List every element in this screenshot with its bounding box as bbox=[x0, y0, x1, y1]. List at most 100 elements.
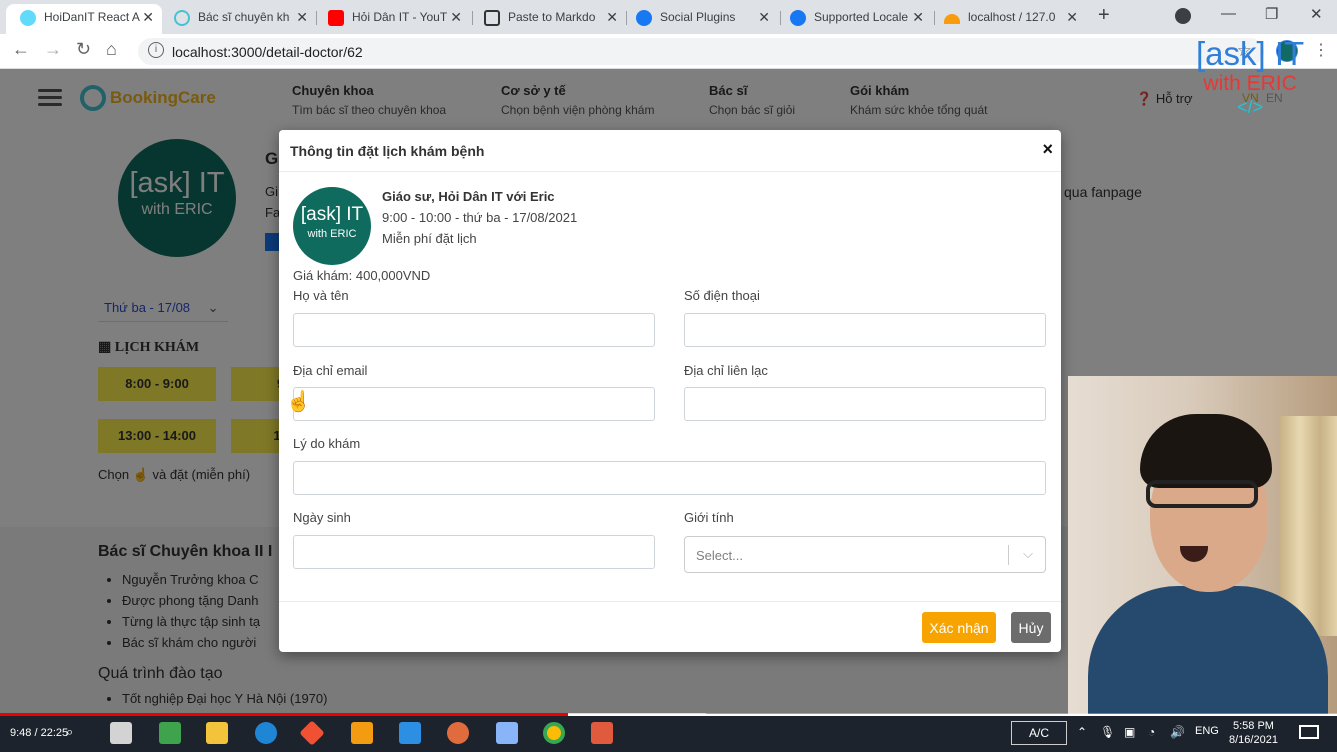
booking-modal: Thông tin đặt lịch khám bệnh × [ask] IT … bbox=[279, 130, 1061, 652]
close-tab-icon[interactable]: ✕ bbox=[912, 4, 924, 30]
field-label: Ngày sinh bbox=[293, 510, 351, 525]
app-icon[interactable] bbox=[591, 722, 613, 744]
language-indicator[interactable]: ENG bbox=[1195, 725, 1219, 737]
free-booking-text: Miễn phí đặt lịch bbox=[382, 231, 477, 246]
browser-tab[interactable]: HoiDanIT React A ✕ bbox=[6, 4, 162, 34]
clock-time: 5:58 PM bbox=[1232, 720, 1274, 732]
presenter-glasses bbox=[1146, 480, 1258, 508]
back-icon[interactable]: ← bbox=[12, 39, 30, 60]
field-label: Giới tính bbox=[684, 510, 734, 525]
browser-toolbar: ← → ↻ ⌂ i localhost:3000/detail-doctor/6… bbox=[0, 34, 1337, 69]
full-name-input[interactable] bbox=[293, 313, 655, 347]
facebook-icon bbox=[790, 10, 806, 26]
avatar-line: [ask] IT bbox=[300, 204, 364, 225]
app-icon[interactable] bbox=[496, 722, 518, 744]
browser-tab[interactable]: Supported Locale ✕ bbox=[776, 4, 932, 34]
address-bar[interactable]: i localhost:3000/detail-doctor/62 ☆ bbox=[138, 38, 1264, 65]
chrome-dev-icon[interactable] bbox=[447, 722, 469, 744]
react-icon bbox=[20, 10, 36, 26]
gender-select[interactable]: Select... ⌵ bbox=[684, 536, 1046, 573]
browser-tab[interactable]: Paste to Markdo ✕ bbox=[470, 4, 626, 34]
close-tab-icon[interactable]: ✕ bbox=[296, 4, 308, 30]
notification-icon[interactable] bbox=[1299, 725, 1319, 739]
avatar-line: with ERIC bbox=[307, 228, 357, 240]
close-tab-icon[interactable]: ✕ bbox=[758, 4, 770, 30]
email-input[interactable] bbox=[293, 387, 655, 421]
windows-taskbar bbox=[0, 716, 1337, 752]
tab-title: Supported Locale bbox=[814, 10, 909, 24]
field-label: Lý do khám bbox=[293, 436, 361, 451]
browser-tab[interactable]: localhost / 127.0 ✕ bbox=[930, 4, 1086, 34]
watermark-line: </> bbox=[1237, 97, 1264, 117]
url-text: localhost:3000/detail-doctor/62 bbox=[172, 44, 363, 60]
doctor-avatar: [ask] IT with ERIC bbox=[293, 187, 371, 265]
booking-time: 9:00 - 10:00 - thứ ba - 17/08/2021 bbox=[382, 210, 578, 225]
confirm-button[interactable]: Xác nhận bbox=[922, 612, 996, 643]
phone-input[interactable] bbox=[684, 313, 1046, 347]
browser-tab-strip: HoiDanIT React A ✕ Bác sĩ chuyên kh ✕ Hỏ… bbox=[0, 0, 1337, 34]
doctor-name: Giáo sư, Hỏi Dân IT với Eric bbox=[382, 189, 555, 204]
bookingcare-favicon-icon bbox=[174, 10, 190, 26]
vscode-icon[interactable] bbox=[399, 722, 421, 744]
ac-indicator[interactable]: A/C bbox=[1011, 721, 1067, 745]
home-icon[interactable]: ⌂ bbox=[106, 39, 117, 60]
window-close-icon[interactable]: ✕ bbox=[1310, 5, 1323, 23]
keyboard-icon[interactable]: ▣ bbox=[1124, 725, 1135, 739]
select-divider bbox=[1008, 545, 1009, 565]
tab-title: Paste to Markdo bbox=[508, 10, 596, 24]
close-tab-icon[interactable]: ✕ bbox=[142, 4, 154, 30]
close-tab-icon[interactable]: ✕ bbox=[450, 4, 462, 30]
address-input[interactable] bbox=[684, 387, 1046, 421]
browser-tab[interactable]: Bác sĩ chuyên kh ✕ bbox=[160, 4, 316, 34]
site-info-icon[interactable]: i bbox=[148, 42, 164, 58]
browser-tab[interactable]: Social Plugins ✕ bbox=[622, 4, 778, 34]
clock-date: 8/16/2021 bbox=[1229, 734, 1278, 746]
restore-icon[interactable]: ❐ bbox=[1265, 5, 1278, 23]
phpmyadmin-icon bbox=[944, 14, 960, 24]
search-icon[interactable]: ⌕ bbox=[66, 724, 73, 740]
youtube-icon bbox=[328, 10, 344, 26]
close-tab-icon[interactable]: ✕ bbox=[1066, 4, 1078, 30]
tab-title: localhost / 127.0 bbox=[968, 10, 1056, 24]
field-label: Địa chỉ liên lạc bbox=[684, 363, 768, 378]
more-menu-icon[interactable]: ⋮ bbox=[1313, 40, 1329, 60]
chevron-up-icon[interactable]: ⌃ bbox=[1077, 725, 1087, 739]
task-view-icon[interactable] bbox=[110, 722, 132, 744]
select-placeholder: Select... bbox=[696, 548, 743, 563]
browser-tab[interactable]: Hỏi Dân IT - YouT ✕ bbox=[314, 4, 470, 34]
presenter-shirt bbox=[1088, 586, 1328, 714]
hand-cursor-icon: ☝ bbox=[286, 391, 311, 413]
app-icon[interactable] bbox=[351, 722, 373, 744]
forward-icon[interactable]: → bbox=[44, 39, 62, 60]
facebook-icon bbox=[636, 10, 652, 26]
exam-price: Giá khám: 400,000VND bbox=[293, 268, 431, 283]
network-icon[interactable]: ◔ bbox=[1148, 725, 1155, 739]
close-tab-icon[interactable]: ✕ bbox=[606, 4, 618, 30]
notepad-plus-icon[interactable] bbox=[159, 722, 181, 744]
microphone-icon[interactable]: 🎙 bbox=[1100, 725, 1115, 739]
skype-icon[interactable] bbox=[255, 722, 277, 744]
modal-title: Thông tin đặt lịch khám bệnh bbox=[290, 143, 485, 159]
channel-watermark: [ask] IT with ERIC </> bbox=[1196, 36, 1304, 118]
volume-icon[interactable]: 🔊 bbox=[1170, 725, 1185, 739]
tab-search-icon[interactable] bbox=[1175, 8, 1191, 24]
system-clock[interactable]: 5:58 PM 8/16/2021 bbox=[1229, 719, 1278, 747]
file-explorer-icon[interactable] bbox=[206, 722, 228, 744]
video-time: 9:48 / 22:25 bbox=[10, 727, 69, 739]
chrome-icon[interactable] bbox=[543, 722, 565, 744]
reload-icon[interactable]: ↻ bbox=[76, 39, 91, 60]
birthday-input[interactable] bbox=[293, 535, 655, 569]
chevron-down-icon[interactable]: ⌵ bbox=[1023, 546, 1033, 562]
close-icon[interactable]: × bbox=[1042, 139, 1053, 160]
modal-header: Thông tin đặt lịch khám bệnh × bbox=[279, 130, 1061, 172]
field-label: Họ và tên bbox=[293, 288, 349, 303]
reason-input[interactable] bbox=[293, 461, 1046, 495]
tab-title: Bác sĩ chuyên kh bbox=[198, 10, 290, 24]
tab-title: HoiDanIT React A bbox=[44, 10, 140, 24]
cancel-button[interactable]: Hủy bbox=[1011, 612, 1051, 643]
minimize-icon[interactable]: — bbox=[1221, 5, 1236, 22]
new-tab-icon[interactable]: + bbox=[1098, 4, 1110, 27]
markdown-icon bbox=[484, 10, 500, 26]
field-label: Số điện thoại bbox=[684, 288, 760, 303]
watermark-line: with ERIC bbox=[1203, 72, 1297, 95]
